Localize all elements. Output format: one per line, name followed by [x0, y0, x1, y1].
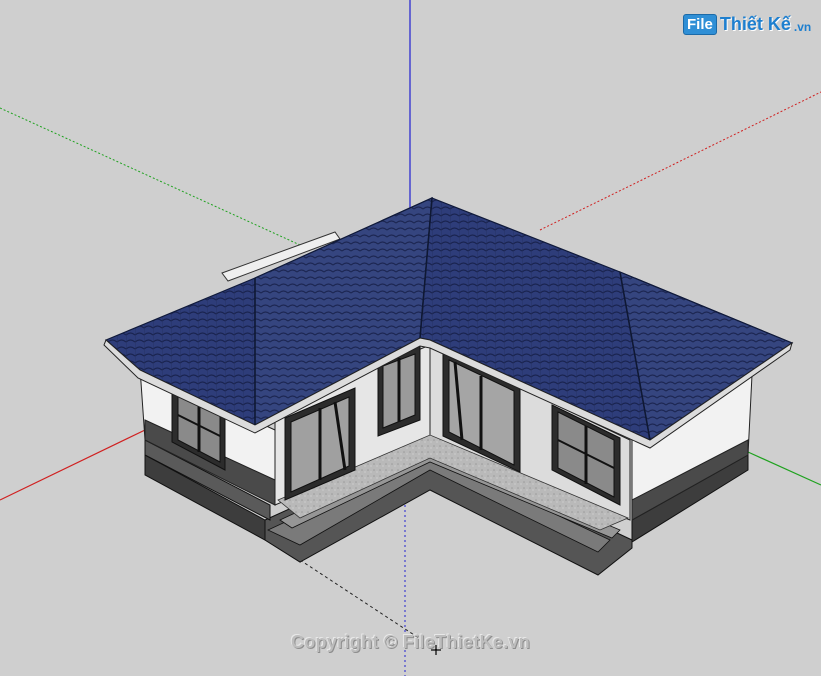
3d-viewport[interactable]: File Thiết Kế .vn Copyright © FileThietK…	[0, 0, 821, 676]
model-scene[interactable]	[0, 0, 821, 676]
green-axis-dotted-line	[0, 107, 301, 246]
logo-tld: .vn	[793, 20, 812, 34]
copyright-watermark: Copyright © FileThietKe.vn	[290, 632, 531, 652]
red-axis-line	[0, 429, 146, 501]
red-axis-dotted-line	[539, 91, 821, 231]
logo-name: Thiết Kế	[719, 14, 791, 34]
site-logo: File Thiết Kế .vn	[683, 14, 811, 35]
crosshair-cursor-icon	[431, 645, 441, 655]
logo-badge: File	[683, 14, 717, 35]
green-axis-line	[747, 451, 821, 486]
